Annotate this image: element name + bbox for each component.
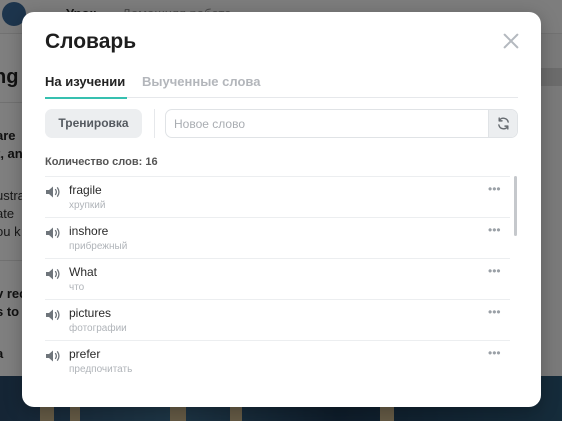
more-dots-icon[interactable]: ••• [488,346,501,360]
training-button[interactable]: Тренировка [45,109,142,138]
word-text: fragile [69,183,102,197]
speaker-icon[interactable] [45,308,61,322]
word-text: What [69,265,98,279]
list-item: What что ••• [45,258,510,299]
word-text: prefer [69,347,101,361]
speaker-icon[interactable] [45,267,61,281]
list-scrollbar[interactable] [514,176,518,376]
new-word-input[interactable] [174,110,484,137]
word-text: pictures [69,306,112,320]
modal-title: Словарь [45,30,137,53]
more-dots-icon[interactable]: ••• [488,305,501,319]
divider [154,109,155,138]
dictionary-modal: Словарь На изучении Выученные слова Трен… [22,12,541,407]
word-translation: предпочитать [69,364,133,375]
new-word-field [165,109,518,138]
dictionary-tabs: На изучении Выученные слова [45,74,518,99]
word-text: inshore [69,224,109,238]
word-translation: что [69,282,85,293]
tab-learned-words[interactable]: Выученные слова [142,74,260,98]
word-list: fragile хрупкий ••• inshore прибрежный •… [45,176,518,376]
refresh-icon [498,117,509,130]
speaker-icon[interactable] [45,185,61,199]
word-translation: хрупкий [69,200,106,211]
word-count-value: 16 [145,156,158,168]
list-item: prefer предпочитать ••• [45,340,510,376]
list-item: pictures фотографии ••• [45,299,510,340]
more-dots-icon[interactable]: ••• [488,223,501,237]
speaker-icon[interactable] [45,226,61,240]
close-icon[interactable] [502,32,520,50]
refresh-button[interactable] [488,110,517,137]
more-dots-icon[interactable]: ••• [488,264,501,278]
scrollbar-thumb[interactable] [514,176,517,236]
list-item: inshore прибрежный ••• [45,217,510,258]
word-count: Количество слов: 16 [45,156,158,168]
more-dots-icon[interactable]: ••• [488,182,501,196]
tab-learning[interactable]: На изучении [45,74,128,99]
word-translation: фотографии [69,323,127,334]
list-item: fragile хрупкий ••• [45,176,510,217]
word-translation: прибрежный [69,241,128,252]
word-count-label: Количество слов: [45,156,143,168]
speaker-icon[interactable] [45,349,61,363]
